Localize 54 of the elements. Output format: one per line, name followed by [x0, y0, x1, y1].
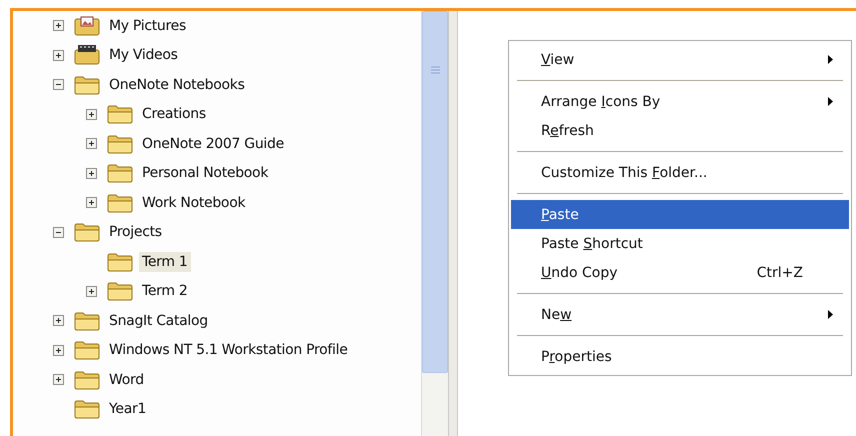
folder-label[interactable]: SnagIt Catalog	[106, 310, 211, 331]
expander-toggle[interactable]	[53, 344, 64, 356]
menu-item[interactable]: View	[511, 45, 849, 74]
menu-item[interactable]: Refresh	[511, 116, 849, 145]
expander-toggle[interactable]	[86, 108, 97, 120]
menu-item[interactable]: Paste Shortcut	[511, 229, 849, 258]
folder-icon	[107, 104, 133, 124]
submenu-arrow-icon	[828, 55, 833, 64]
menu-item[interactable]: Undo Copy Ctrl+Z	[511, 258, 849, 287]
film-folder-icon	[74, 45, 100, 66]
folder-icon	[107, 281, 133, 302]
folder-label[interactable]: Windows NT 5.1 Workstation Profile	[106, 340, 351, 360]
folder-icon	[107, 192, 133, 213]
pictures-folder-icon	[74, 16, 100, 36]
folder-icon	[107, 252, 133, 272]
folder-label[interactable]: Term 1	[139, 252, 190, 272]
expander-toggle[interactable]	[86, 168, 97, 179]
folder-icon	[74, 74, 100, 95]
expander-toggle[interactable]	[86, 197, 97, 208]
expander-toggle[interactable]	[53, 226, 64, 238]
folder-icon	[107, 134, 133, 154]
menu-item[interactable]: Paste	[511, 200, 849, 229]
folder-label[interactable]: Word	[106, 370, 147, 390]
expander-toggle[interactable]	[53, 79, 64, 90]
folder-label[interactable]: Year1	[106, 399, 150, 420]
folder-label[interactable]: OneNote Notebooks	[106, 74, 248, 95]
menu-item[interactable]: Properties	[511, 342, 849, 371]
folder-label[interactable]: Projects	[106, 222, 165, 242]
folder-label[interactable]: Personal Notebook	[139, 163, 272, 184]
folder-label[interactable]: OneNote 2007 Guide	[139, 134, 287, 154]
expander-toggle[interactable]	[53, 315, 64, 326]
menu-item[interactable]: Customize This Folder...	[511, 158, 849, 187]
folder-icon	[107, 163, 133, 184]
submenu-arrow-icon	[828, 310, 833, 319]
scroll-thumb[interactable]	[422, 11, 448, 373]
folder-label[interactable]: Term 2	[139, 281, 190, 302]
expander-toggle[interactable]	[53, 374, 64, 386]
expander-toggle[interactable]	[53, 20, 64, 32]
folder-label[interactable]: Creations	[139, 104, 209, 124]
folder-label[interactable]: My Videos	[106, 45, 181, 66]
folder-icon	[74, 399, 100, 420]
expander-toggle[interactable]	[86, 138, 97, 150]
expander-toggle[interactable]	[53, 50, 64, 61]
menu-item[interactable]: New	[511, 300, 849, 329]
folder-icon	[74, 222, 100, 242]
folder-label[interactable]: Work Notebook	[139, 192, 248, 213]
scrollbar[interactable]	[421, 11, 448, 436]
folder-label[interactable]: My Pictures	[106, 16, 189, 36]
folder-icon	[74, 310, 100, 331]
menu-item[interactable]: Arrange Icons By	[511, 87, 849, 116]
expander-toggle[interactable]	[86, 286, 97, 297]
folder-icon	[74, 340, 100, 360]
submenu-arrow-icon	[828, 97, 833, 106]
folder-icon	[74, 370, 100, 390]
